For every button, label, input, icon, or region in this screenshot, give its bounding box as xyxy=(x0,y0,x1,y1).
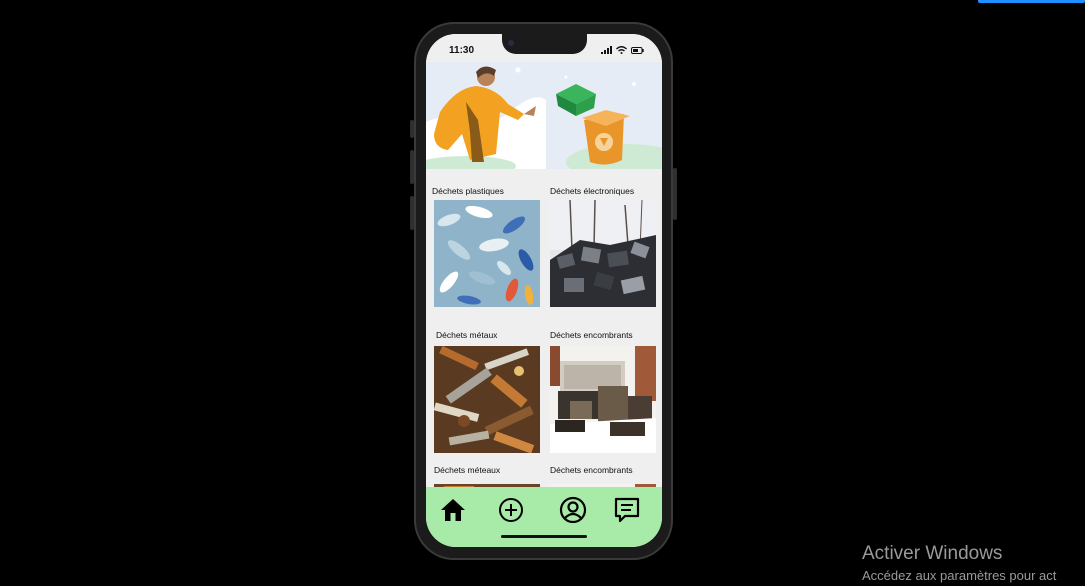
metal-scrap-image xyxy=(434,346,540,453)
home-indicator[interactable] xyxy=(501,535,587,538)
nav-messages-button[interactable] xyxy=(612,495,642,525)
message-icon xyxy=(614,497,640,523)
status-time: 11:30 xyxy=(449,45,475,56)
battery-icon xyxy=(631,46,644,54)
phone-power-button xyxy=(673,168,677,220)
account-icon xyxy=(559,496,587,524)
nav-profile-button[interactable] xyxy=(558,495,588,525)
category-label-electronics: Déchets électroniques xyxy=(550,186,635,196)
wifi-icon xyxy=(616,46,627,54)
phone-volume-down xyxy=(410,196,414,230)
phone-screen: 11:30 Déchets plastiques Déchets électro… xyxy=(426,34,662,547)
category-label-metals: Déchets métaux xyxy=(436,330,498,340)
electronic-waste-image xyxy=(550,200,656,307)
category-label-metals-2: Déchets méteaux xyxy=(434,465,501,475)
status-icons xyxy=(601,46,644,54)
bulky-waste-image xyxy=(550,346,656,453)
recycling-illustration xyxy=(426,62,662,169)
windows-activation-title: Activer Windows xyxy=(862,543,1003,564)
category-label-bulky: Déchets encombrants xyxy=(550,330,633,340)
home-icon xyxy=(441,499,465,521)
nav-add-button[interactable] xyxy=(496,495,526,525)
phone-notch xyxy=(502,34,587,54)
phone-volume-up xyxy=(410,150,414,184)
category-card-plastics[interactable] xyxy=(434,200,540,307)
windows-activation-subtitle: Accédez aux paramètres pour act xyxy=(862,568,1057,583)
category-label-bulky-2: Déchets encombrants xyxy=(550,465,633,475)
phone-silent-switch xyxy=(410,120,414,138)
bottom-navigation xyxy=(426,487,662,547)
signal-icon xyxy=(601,46,612,54)
hero-illustration xyxy=(426,62,662,169)
add-circle-icon xyxy=(499,498,523,522)
category-card-electronics[interactable] xyxy=(550,200,656,307)
category-label-plastics: Déchets plastiques xyxy=(432,186,504,196)
status-bar: 11:30 xyxy=(426,34,662,62)
category-card-metals[interactable] xyxy=(434,346,540,453)
front-camera xyxy=(508,40,514,46)
category-card-bulky[interactable] xyxy=(550,346,656,453)
taskbar-accent xyxy=(978,0,1085,3)
plastic-bottles-image xyxy=(434,200,540,307)
nav-home-button[interactable] xyxy=(438,495,468,525)
